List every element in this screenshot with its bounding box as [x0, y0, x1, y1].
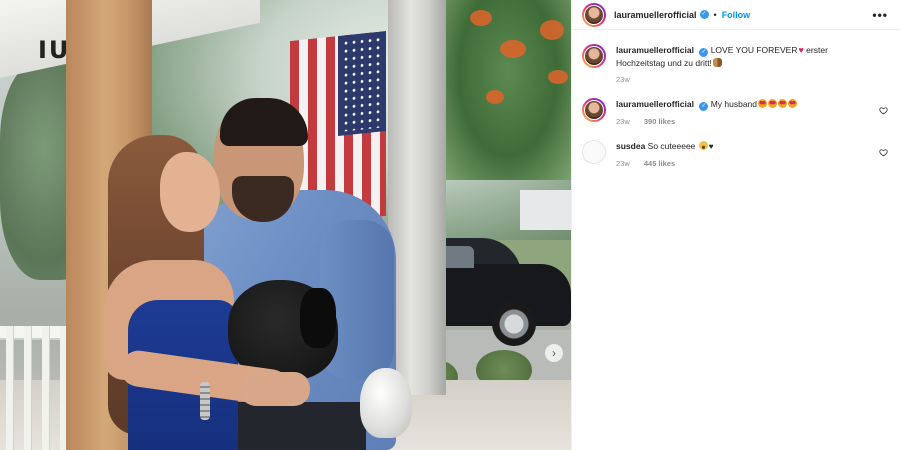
avatar[interactable]	[582, 98, 606, 122]
comment-text: So cuteeeee	[647, 141, 696, 151]
smiling-face-with-heart-eyes-icon	[778, 99, 788, 108]
comment-time: 23w	[616, 159, 630, 168]
comment-likes[interactable]: 390 likes	[644, 117, 675, 126]
list-item: lauramuellerofficial ✓ My husband 23w 39…	[582, 98, 890, 126]
porch-column	[388, 0, 446, 395]
post-header: lauramuellerofficial ✓ • Follow •••	[572, 0, 900, 30]
avatar[interactable]	[582, 44, 606, 68]
comment-username[interactable]: susdea	[616, 141, 645, 151]
couple-icon	[712, 58, 722, 67]
comment-likes[interactable]: 445 likes	[644, 159, 675, 168]
crying-face-icon	[698, 141, 708, 150]
smiling-face-with-heart-eyes-icon	[768, 99, 778, 108]
avatar[interactable]	[582, 2, 606, 27]
puppy-ear	[300, 288, 336, 348]
background-house	[520, 190, 571, 230]
man-pants	[216, 402, 366, 450]
caption-username[interactable]: lauramuellerofficial	[616, 45, 694, 55]
black-heart-icon: ♥	[708, 142, 714, 151]
post-photo[interactable]: IU ›	[0, 0, 571, 450]
tree-blossom	[500, 40, 526, 58]
hands	[240, 372, 310, 406]
list-item: susdea So cuteeeee ♥ 23w 445 likes	[582, 140, 890, 168]
more-options-icon[interactable]: •••	[872, 8, 888, 22]
avatar[interactable]	[582, 140, 606, 164]
separator-dot: •	[713, 9, 717, 20]
post-details-panel: lauramuellerofficial ✓ • Follow ••• laur…	[571, 0, 900, 450]
comment-text: My husband	[710, 99, 758, 109]
verified-badge-icon: ✓	[699, 48, 709, 57]
tree-blossom	[470, 10, 492, 26]
caption-text: LOVE YOU FOREVER	[710, 45, 798, 55]
comment-username[interactable]: lauramuellerofficial	[616, 99, 694, 109]
woman-face	[160, 152, 220, 232]
heart-outline-icon[interactable]	[879, 106, 888, 115]
heart-outline-icon[interactable]	[879, 148, 888, 157]
tree-blossom	[540, 20, 564, 40]
bracelet	[200, 382, 210, 420]
tree-blossom	[486, 90, 504, 104]
verified-badge-icon: ✓	[699, 10, 709, 19]
smiling-face-with-heart-eyes-icon	[788, 99, 798, 108]
smiling-face-with-heart-eyes-icon	[758, 99, 768, 108]
comment-time: 23w	[616, 117, 630, 126]
tree-blossom	[548, 70, 568, 84]
follow-button[interactable]: Follow	[722, 10, 751, 20]
caption-time: 23w	[616, 75, 630, 84]
next-photo-button[interactable]: ›	[545, 344, 563, 362]
verified-badge-icon: ✓	[699, 102, 709, 111]
header-username[interactable]: lauramuellerofficial	[614, 10, 697, 20]
porch-lamp	[360, 368, 412, 438]
comments-list: lauramuellerofficial ✓ LOVE YOU FOREVER ♥…	[572, 30, 900, 168]
caption: lauramuellerofficial ✓ LOVE YOU FOREVER♥…	[582, 44, 890, 84]
